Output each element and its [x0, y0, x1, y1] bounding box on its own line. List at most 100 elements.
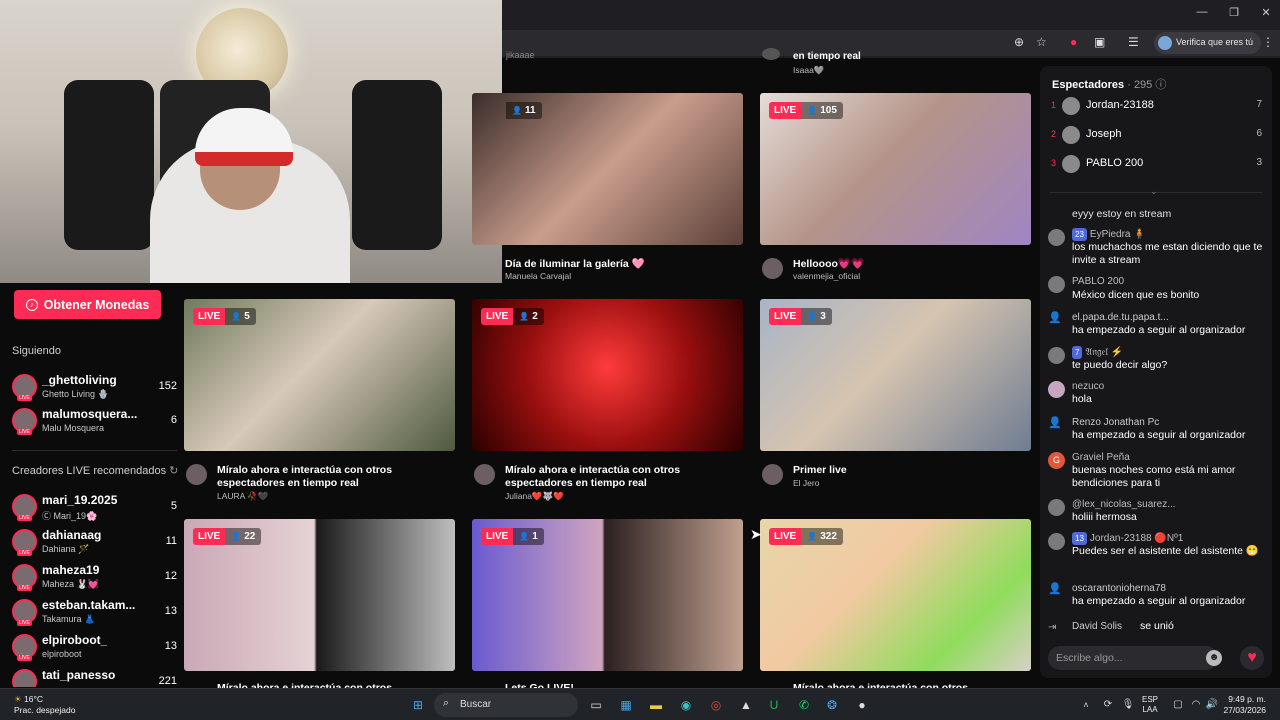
refresh-icon[interactable]: ↻	[169, 465, 178, 477]
recommended-item[interactable]: LIVE mari_19.2025 Ⓒ Mari_19🌸 5	[12, 490, 177, 524]
lang-secondary: LAA	[1142, 705, 1158, 714]
close-icon[interactable]: ✕	[1256, 6, 1276, 19]
creator-name: dahianaag	[42, 528, 102, 542]
weather-temp: 16°C	[24, 694, 43, 704]
avatar: LIVE	[12, 529, 37, 556]
stream-title[interactable]: Día de iluminar la galería 🩷	[505, 258, 745, 271]
bookmark-star-icon[interactable]: ☆	[1036, 35, 1047, 49]
app-u-icon[interactable]: U	[764, 695, 784, 715]
rank-number: 1	[1051, 100, 1057, 110]
more-menu-icon[interactable]: ⋮	[1262, 35, 1274, 49]
live-mini-badge: LIVE	[17, 655, 32, 661]
viewer-count: 13	[164, 605, 177, 617]
live-label: LIVE	[481, 308, 514, 325]
avatar: G	[1048, 452, 1065, 469]
chat-message: G Graviel Peña buenas noches como está m…	[1048, 451, 1264, 491]
volume-icon[interactable]: 🔊	[1202, 695, 1222, 715]
recommended-title-text: Creadores LIVE recomendados	[12, 465, 167, 477]
stream-card[interactable]: LIVE22	[184, 519, 455, 671]
chat-message: 👤 Renzo Jonathan Pc ha empezado a seguir…	[1048, 416, 1264, 444]
taskbar-search[interactable]: ⌕ Buscar	[434, 693, 578, 717]
weather-icon: ☀	[14, 694, 22, 704]
recommended-item[interactable]: LIVE dahianaag Dahiana 🪄 11	[12, 525, 177, 559]
viewer-count: 22	[225, 528, 262, 545]
following-item[interactable]: LIVE malumosquera... Malu Mosquera 6	[12, 404, 177, 438]
language-indicator[interactable]: ESP LAA	[1142, 695, 1158, 715]
app-blue-icon[interactable]: ❂	[822, 695, 842, 715]
chrome-icon[interactable]: ◎	[706, 695, 726, 715]
get-coins-button[interactable]: ♪ Obtener Monedas	[14, 290, 161, 319]
zoom-icon[interactable]: ⊕	[1014, 35, 1024, 49]
gaming-chair-left	[64, 80, 154, 250]
recommended-item[interactable]: LIVE maheza19 Maheza 🐰💓 12	[12, 560, 177, 594]
minimize-icon[interactable]: —	[1192, 6, 1212, 18]
display-icon[interactable]: ▢	[1168, 695, 1188, 715]
windows-start-icon[interactable]: ⊞	[408, 695, 428, 715]
stream-card[interactable]: LIVE322	[760, 519, 1031, 671]
stream-title[interactable]: Míralo ahora e interactúa con otros espe…	[217, 464, 457, 490]
live-mini-badge: LIVE	[17, 585, 32, 591]
obs-icon[interactable]: ●	[852, 695, 872, 715]
task-view-icon[interactable]: ▭	[586, 695, 606, 715]
search-label: Buscar	[460, 699, 492, 710]
chat-username: @lex_nicolas_suarez...	[1072, 499, 1176, 510]
file-explorer-icon[interactable]: ▬	[646, 695, 666, 715]
stream-card[interactable]: LIVE5	[184, 299, 455, 451]
avatar	[1062, 97, 1080, 115]
live-badge: LIVE1	[481, 528, 544, 545]
info-icon[interactable]: ⓘ	[1155, 79, 1166, 91]
weather-widget[interactable]: ☀ 16°C Prac. despejado	[14, 694, 75, 716]
ranking-row[interactable]: 1 Jordan-23188 7	[1040, 94, 1272, 120]
following-item[interactable]: LIVE _ghettoliving Ghetto Living 🪬 152	[12, 370, 177, 404]
stream-title[interactable]: Helloooo💗💗	[793, 258, 1033, 271]
heart-icon[interactable]: ♥	[1240, 646, 1264, 670]
live-label: LIVE	[769, 102, 802, 119]
stream-host: valenmejia_oficial	[793, 271, 861, 281]
chat-username: oscarantonioherna78	[1072, 583, 1166, 594]
extension-icon[interactable]: ●	[1070, 35, 1077, 49]
follow-icon: 👤	[1048, 417, 1062, 429]
maximize-icon[interactable]: ❐	[1224, 6, 1244, 19]
avatar: LIVE	[12, 374, 37, 401]
chevron-down-icon[interactable]: ⌄	[1150, 186, 1158, 197]
ranking-row[interactable]: 3 PABLO 200 3	[1040, 152, 1272, 178]
stream-card[interactable]: LIVE1	[472, 519, 743, 671]
chevron-up-icon[interactable]: ˄	[1076, 695, 1096, 715]
clock[interactable]: 9:49 p. m. 27/03/2026	[1223, 694, 1266, 716]
stream-card[interactable]: LIVE105	[760, 93, 1031, 245]
stream-card[interactable]: LIVE2	[472, 299, 743, 451]
viewer-count: 6	[170, 414, 177, 426]
reading-list-icon[interactable]: ☰	[1128, 35, 1139, 49]
following-sub: Malu Mosquera	[42, 423, 105, 433]
recommended-item[interactable]: LIVE elpiroboot_ elpiroboot 13	[12, 630, 177, 664]
viewer-count: 11	[165, 535, 177, 547]
stream-title[interactable]: Primer live	[793, 464, 1033, 477]
mic-icon[interactable]: 🎙	[1118, 695, 1138, 715]
recommended-item[interactable]: LIVE esteban.takam... Takamura 👗 13	[12, 595, 177, 629]
ranking-row[interactable]: 2 Joseph 6	[1040, 123, 1272, 149]
gaming-chair-right	[352, 80, 442, 250]
emoji-icon[interactable]: ☻	[1206, 650, 1222, 666]
chat-user: 23 EyPiedra 🧍	[1072, 228, 1146, 241]
tray-icon[interactable]: ⟳	[1098, 695, 1118, 715]
profile-verify-chip[interactable]: Verifica que eres tú	[1154, 32, 1262, 54]
creator-name: maheza19	[42, 563, 100, 577]
whatsapp-icon[interactable]: ✆	[794, 695, 814, 715]
host-avatar	[762, 464, 783, 485]
stream-title[interactable]: Míralo ahora e interactúa con otros espe…	[505, 464, 745, 490]
stream-card[interactable]: 11	[472, 93, 743, 245]
chat-username: el.papa.de.tu.papa.t...	[1072, 312, 1169, 323]
edge-icon[interactable]: ◉	[676, 695, 696, 715]
avatar	[1048, 276, 1065, 293]
extensions-puzzle-icon[interactable]: ▣	[1094, 35, 1105, 49]
divider	[12, 450, 177, 451]
chat-username: Graviel Peña	[1072, 452, 1130, 463]
stream-card[interactable]: LIVE3	[760, 299, 1031, 451]
live-badge: LIVE22	[193, 528, 262, 545]
follow-icon: 👤	[1048, 583, 1062, 595]
recommended-item[interactable]: tati_panesso 221	[12, 665, 177, 687]
store-icon[interactable]: ▦	[616, 695, 636, 715]
chat-text: se unió	[1140, 620, 1174, 632]
app-icon[interactable]: ▲	[736, 695, 756, 715]
chat-input[interactable]: Escribe algo...	[1048, 646, 1218, 670]
